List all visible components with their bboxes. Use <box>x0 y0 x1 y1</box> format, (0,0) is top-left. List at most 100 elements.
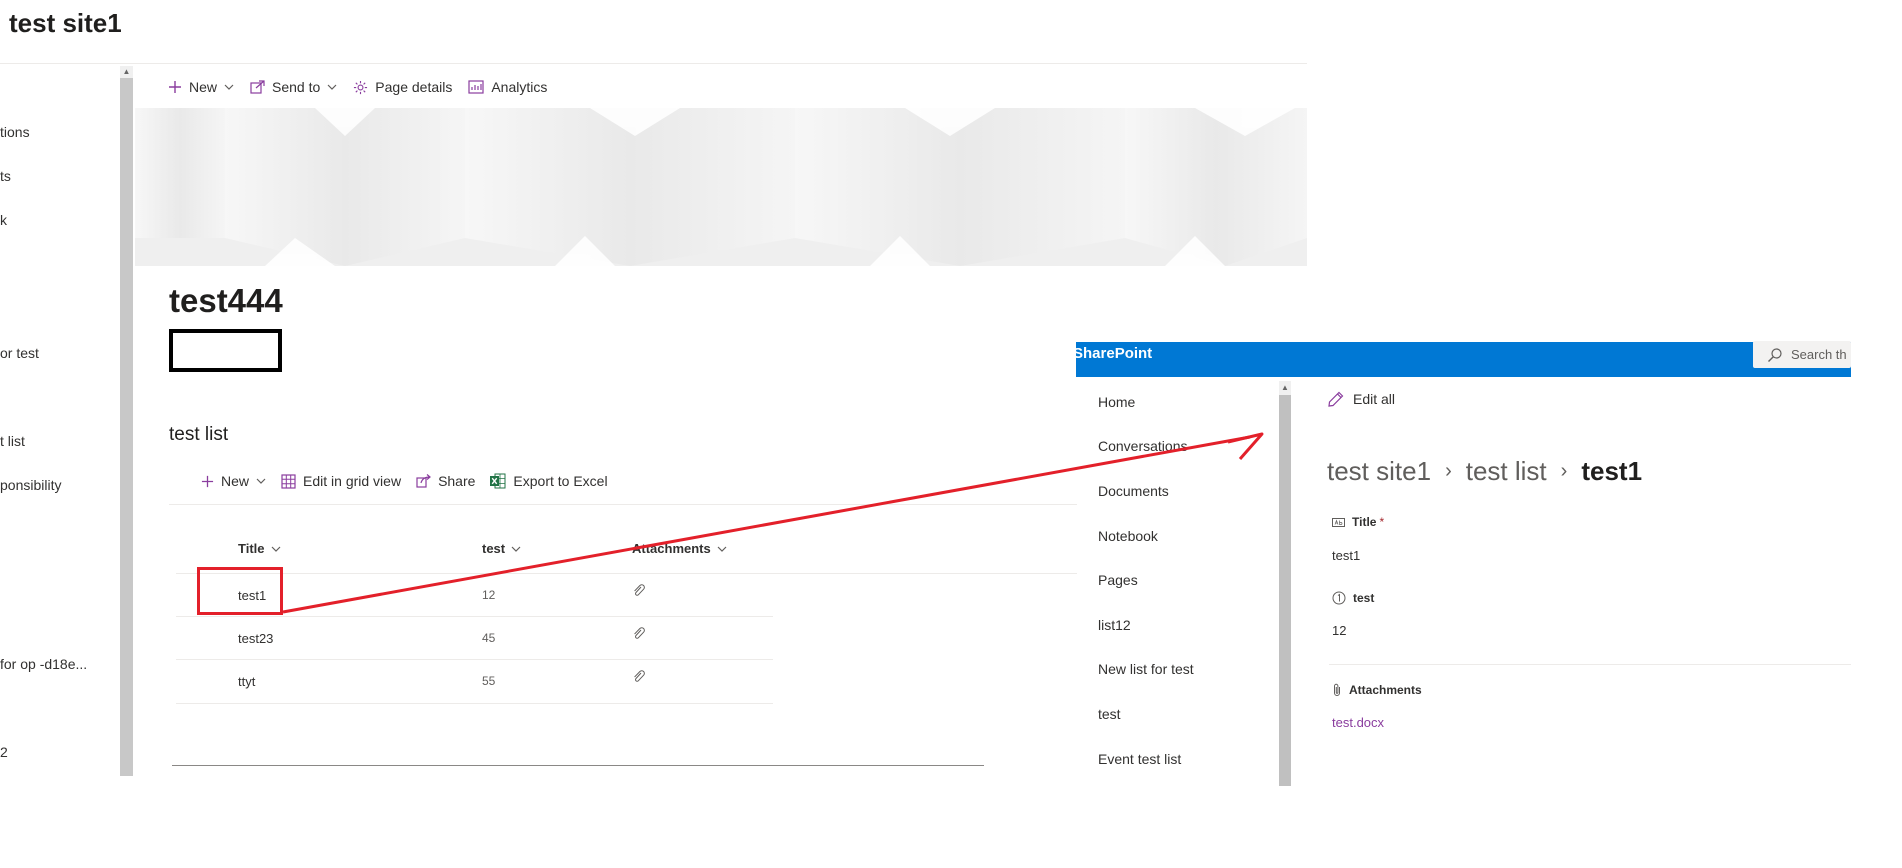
field-label-test: test <box>1332 591 1374 605</box>
breadcrumb-list[interactable]: test list <box>1466 456 1547 487</box>
sharepoint-suite-bar <box>1076 342 1851 377</box>
breadcrumb: test site1 › test list › test1 <box>1327 456 1642 487</box>
test-field-value[interactable]: 12 <box>1332 623 1346 638</box>
attachments-label: Attachments <box>1349 683 1422 697</box>
chevron-down-icon <box>256 478 266 484</box>
column-header-label: test <box>482 541 506 556</box>
page-details-label: Page details <box>375 79 453 95</box>
left-nav-item[interactable]: t list <box>0 433 25 449</box>
analytics-button[interactable]: Analytics <box>468 79 547 95</box>
page-command-bar: New Send to Page details Analytics <box>168 76 563 98</box>
row-divider <box>176 659 773 660</box>
search-icon <box>1767 347 1783 363</box>
export-to-excel-label: Export to Excel <box>513 473 608 489</box>
header-divider <box>0 63 1307 64</box>
column-header-label: Attachments <box>632 541 711 556</box>
chevron-right-icon: › <box>1560 460 1568 482</box>
column-header-attachments[interactable]: Attachments <box>632 541 727 556</box>
search-box[interactable]: Search th <box>1753 341 1851 368</box>
column-header-divider <box>176 573 1079 574</box>
nav-item-pages[interactable]: Pages <box>1098 572 1138 588</box>
new-button-label: New <box>189 79 218 95</box>
edit-all-button[interactable]: Edit all <box>1328 391 1395 407</box>
paperclip-icon[interactable] <box>632 670 646 684</box>
analytics-icon <box>468 80 484 94</box>
share-button[interactable]: Share <box>416 473 475 489</box>
grid-icon <box>281 473 296 489</box>
send-to-button[interactable]: Send to <box>250 79 337 95</box>
share-label: Share <box>438 473 476 489</box>
text-field-icon <box>1332 517 1345 527</box>
nav-item-event-test-list[interactable]: Event test list <box>1098 751 1181 767</box>
edit-in-grid-view-label: Edit in grid view <box>303 473 402 489</box>
title-field-label: Title <box>1352 515 1377 529</box>
scroll-up-arrow-icon[interactable]: ▲ <box>1279 381 1291 395</box>
redacted-box <box>169 329 282 372</box>
nav-item-home[interactable]: Home <box>1098 394 1135 410</box>
edit-all-label: Edit all <box>1353 391 1396 407</box>
paperclip-icon[interactable] <box>632 627 646 641</box>
title-field-value[interactable]: test1 <box>1332 548 1360 563</box>
nav-item-conversations[interactable]: Conversations <box>1098 438 1188 454</box>
sharepoint-brand[interactable]: SharePoint <box>1073 345 1152 362</box>
field-label-attachments: Attachments <box>1332 683 1422 697</box>
page-details-button[interactable]: Page details <box>353 79 452 95</box>
share-icon <box>416 474 431 488</box>
page-content-area <box>149 266 1307 312</box>
chevron-down-icon <box>511 546 521 552</box>
nav-item-notebook[interactable]: Notebook <box>1098 528 1158 544</box>
send-to-label: Send to <box>272 79 321 95</box>
column-header-title[interactable]: Title <box>238 541 281 556</box>
row-divider <box>176 616 773 617</box>
test-field-label: test <box>1353 591 1375 605</box>
field-label-title: Title * <box>1332 515 1384 529</box>
site-title: test site1 <box>9 8 122 38</box>
breadcrumb-site[interactable]: test site1 <box>1327 456 1431 487</box>
scroll-up-arrow-icon[interactable]: ▲ <box>120 66 133 78</box>
left-nav-item[interactable]: 2 <box>0 744 8 760</box>
paperclip-icon <box>1332 683 1342 697</box>
left-nav-item[interactable]: ts <box>0 168 11 184</box>
breadcrumb-item: test1 <box>1581 456 1643 486</box>
list-webpart-heading[interactable]: test list <box>169 424 228 446</box>
nav-item-test[interactable]: test <box>1098 706 1121 722</box>
left-nav-scrollbar[interactable] <box>120 66 133 776</box>
left-nav-item[interactable]: for op -d18e... <box>0 656 87 672</box>
paperclip-icon[interactable] <box>632 584 646 598</box>
excel-icon <box>490 473 506 489</box>
chevron-right-icon: › <box>1445 460 1452 482</box>
row-divider <box>176 703 773 704</box>
webpart-bottom-divider <box>172 765 984 766</box>
export-to-excel-button[interactable]: Export to Excel <box>490 473 608 489</box>
new-button[interactable]: New <box>168 79 234 95</box>
page-title: test444 <box>169 282 283 319</box>
cell-title[interactable]: test23 <box>238 631 273 646</box>
column-header-label: Title <box>238 541 265 556</box>
nav-item-documents[interactable]: Documents <box>1098 483 1169 499</box>
left-nav-item[interactable]: ponsibility <box>0 477 61 493</box>
left-nav-item[interactable]: or test <box>0 345 39 361</box>
column-header-test[interactable]: test <box>482 541 521 556</box>
fields-divider <box>1329 664 1851 665</box>
nav-scrollbar[interactable] <box>1279 381 1291 786</box>
chevron-down-icon <box>717 546 727 552</box>
pencil-icon <box>1328 391 1344 407</box>
plus-icon <box>201 475 214 488</box>
left-nav-item[interactable]: tions <box>0 124 30 140</box>
list-new-button[interactable]: New <box>201 473 266 489</box>
analytics-label: Analytics <box>491 79 548 95</box>
number-field-icon <box>1332 591 1346 605</box>
cell-title[interactable]: ttyt <box>238 674 255 689</box>
edit-in-grid-view-button[interactable]: Edit in grid view <box>281 473 401 489</box>
attachment-link[interactable]: test.docx <box>1332 715 1384 730</box>
nav-item-new-list-for-test[interactable]: New list for test <box>1098 661 1194 677</box>
required-marker: * <box>1379 515 1385 529</box>
left-nav-item[interactable]: k <box>0 212 7 228</box>
list-command-bar: New Edit in grid view Share Export to Ex… <box>201 470 623 492</box>
cell-test: 55 <box>482 674 496 688</box>
plus-icon <box>168 80 182 94</box>
chevron-down-icon <box>224 84 234 90</box>
page-banner-image <box>135 108 1307 266</box>
search-placeholder: Search th <box>1791 347 1847 362</box>
nav-item-list12[interactable]: list12 <box>1098 617 1131 633</box>
